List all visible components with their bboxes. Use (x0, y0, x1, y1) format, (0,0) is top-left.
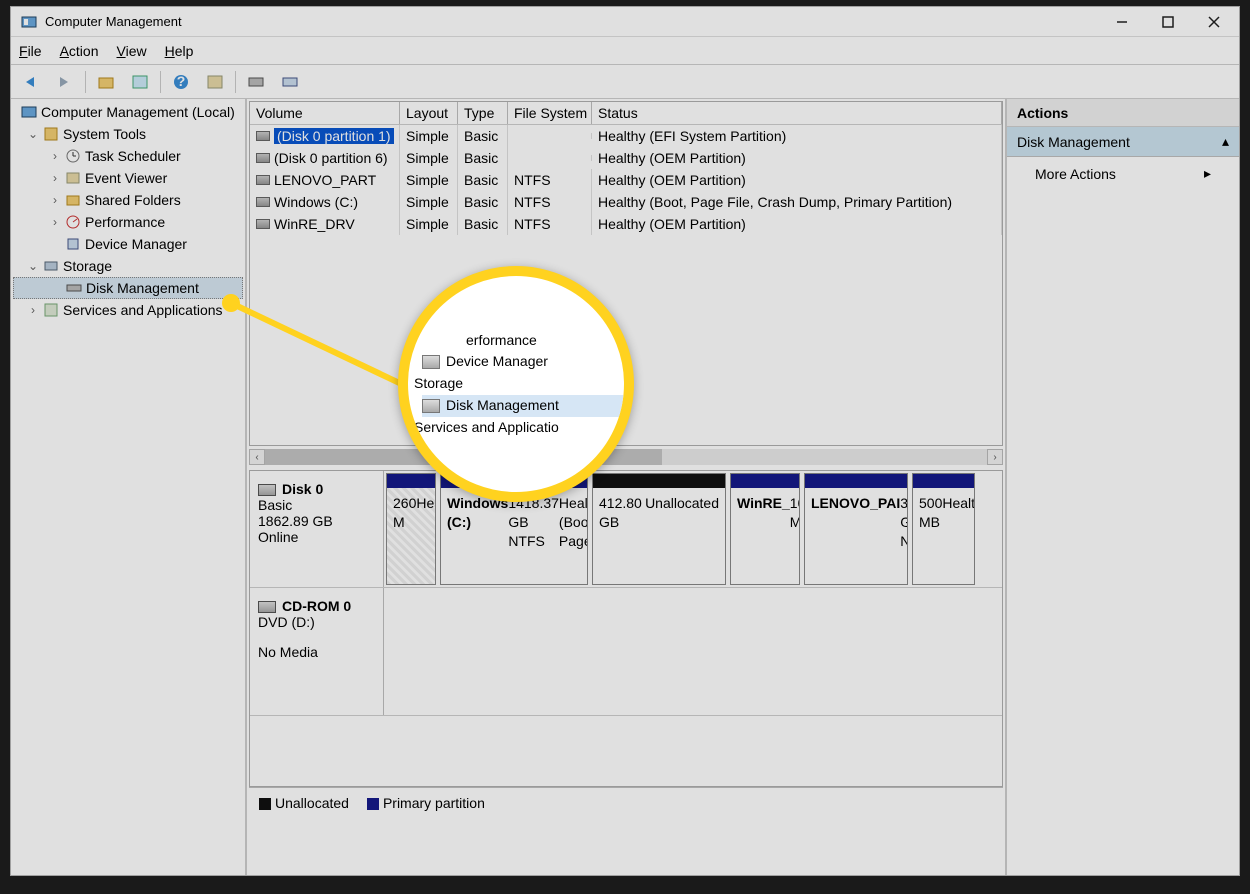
toolbar: ? (11, 65, 1239, 99)
callout-dot (222, 294, 240, 312)
actions-title: Actions (1007, 99, 1239, 127)
menu-file[interactable]: File (19, 43, 42, 59)
actions-pane: Actions Disk Management▴ More Actions▸ (1007, 99, 1239, 875)
app-icon (21, 14, 37, 30)
disk0-info: Disk 0 Basic 1862.89 GB Online (250, 471, 384, 587)
tree-shared-folders[interactable]: ›Shared Folders (13, 189, 243, 211)
help-icon[interactable]: ? (167, 69, 195, 95)
legend-primary: Primary partition (367, 795, 485, 811)
cdrom-row[interactable]: CD-ROM 0 DVD (D:) No Media (250, 588, 1002, 716)
volume-icon (256, 197, 270, 207)
tree-storage[interactable]: ⌄Storage (13, 255, 243, 277)
actions-more[interactable]: More Actions▸ (1007, 157, 1239, 190)
nav-tree[interactable]: Computer Management (Local) ⌄System Tool… (11, 99, 247, 875)
volume-list[interactable]: Volume Layout Type File System Status (D… (249, 101, 1003, 446)
cdrom-info: CD-ROM 0 DVD (D:) No Media (250, 588, 384, 715)
cdrom-empty (384, 588, 1002, 715)
tree-task-scheduler[interactable]: ›Task Scheduler (13, 145, 243, 167)
col-status[interactable]: Status (592, 102, 1002, 124)
volume-row[interactable]: WinRE_DRV SimpleBasicNTFSHealthy (OEM Pa… (250, 213, 1002, 235)
app-window: Computer Management File Action View Hel… (10, 6, 1240, 876)
menu-action[interactable]: Action (60, 43, 99, 59)
cdrom-icon (258, 601, 276, 613)
scroll-left-icon[interactable]: ‹ (249, 449, 265, 465)
volume-icon (256, 153, 270, 163)
horizontal-scrollbar[interactable]: ‹ › (249, 448, 1003, 466)
volume-icon (256, 131, 270, 141)
menubar: File Action View Help (11, 37, 1239, 65)
window-title: Computer Management (45, 14, 1099, 29)
disk0-row[interactable]: Disk 0 Basic 1862.89 GB Online 260 MHeal… (250, 471, 1002, 588)
tree-performance[interactable]: ›Performance (13, 211, 243, 233)
tree-event-viewer[interactable]: ›Event Viewer (13, 167, 243, 189)
col-layout[interactable]: Layout (400, 102, 458, 124)
volume-row[interactable]: (Disk 0 partition 1) SimpleBasicHealthy … (250, 125, 1002, 147)
col-volume[interactable]: Volume (250, 102, 400, 124)
svg-text:?: ? (177, 73, 186, 89)
tree-device-manager[interactable]: Device Manager (13, 233, 243, 255)
disk-icon (258, 484, 276, 496)
volume-row[interactable]: Windows (C:) SimpleBasicNTFSHealthy (Boo… (250, 191, 1002, 213)
tree-root[interactable]: Computer Management (Local) (13, 101, 243, 123)
col-type[interactable]: Type (458, 102, 508, 124)
col-fs[interactable]: File System (508, 102, 592, 124)
tree-system-tools[interactable]: ⌄System Tools (13, 123, 243, 145)
collapse-icon[interactable]: ▴ (1222, 133, 1229, 150)
volume-row[interactable]: LENOVO_PART SimpleBasicNTFSHealthy (OEM … (250, 169, 1002, 191)
partition[interactable]: 412.80 GBUnallocated (592, 473, 726, 585)
disk-graphic-pane: Disk 0 Basic 1862.89 GB Online 260 MHeal… (249, 470, 1003, 787)
disk-settings-icon[interactable] (276, 69, 304, 95)
up-folder-icon[interactable] (92, 69, 120, 95)
legend: Unallocated Primary partition (249, 787, 1003, 817)
menu-view[interactable]: View (117, 43, 147, 59)
volume-icon (256, 175, 270, 185)
partition[interactable]: 500 MBHealthy (912, 473, 975, 585)
disk0-partitions: 260 MHealtWindows (C:)1418.37 GB NTFSHea… (384, 471, 1002, 587)
minimize-button[interactable] (1099, 7, 1145, 37)
close-button[interactable] (1191, 7, 1237, 37)
partition[interactable]: Windows (C:)1418.37 GB NTFSHealthy (Boot… (440, 473, 588, 585)
forward-button[interactable] (51, 69, 79, 95)
tree-disk-management[interactable]: Disk Management (13, 277, 243, 299)
partition[interactable]: LENOVO_PAI30.00 GB NTFHealthy (OEM (804, 473, 908, 585)
refresh-disks-icon[interactable] (242, 69, 270, 95)
view-mode-icon[interactable] (201, 69, 229, 95)
partition[interactable]: 260 MHealt (386, 473, 436, 585)
menu-help[interactable]: Help (165, 43, 194, 59)
scroll-thumb[interactable] (265, 449, 662, 465)
scroll-track[interactable] (265, 449, 987, 465)
volume-header-row[interactable]: Volume Layout Type File System Status (250, 102, 1002, 125)
scroll-right-icon[interactable]: › (987, 449, 1003, 465)
back-button[interactable] (17, 69, 45, 95)
volume-row[interactable]: (Disk 0 partition 6) SimpleBasicHealthy … (250, 147, 1002, 169)
maximize-button[interactable] (1145, 7, 1191, 37)
volume-icon (256, 219, 270, 229)
partition[interactable]: WinRE_1000 MIHealthy (730, 473, 800, 585)
chevron-right-icon: ▸ (1204, 165, 1211, 182)
legend-unallocated: Unallocated (259, 795, 349, 811)
actions-section[interactable]: Disk Management▴ (1007, 127, 1239, 157)
tree-services-apps[interactable]: ›Services and Applications (13, 299, 243, 321)
titlebar: Computer Management (11, 7, 1239, 37)
properties-icon[interactable] (126, 69, 154, 95)
center-pane: Volume Layout Type File System Status (D… (247, 99, 1007, 875)
